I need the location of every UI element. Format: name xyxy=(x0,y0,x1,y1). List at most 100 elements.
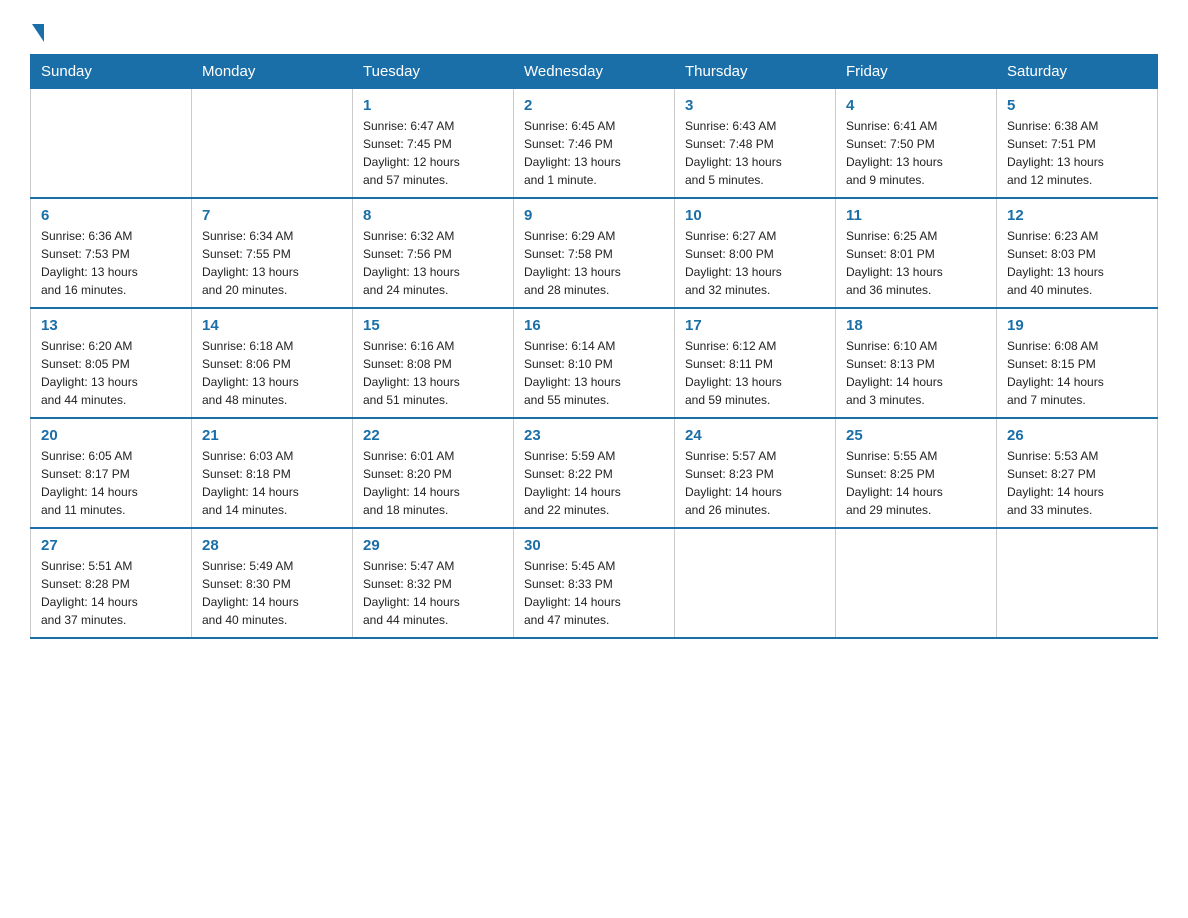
day-info: Sunrise: 6:05 AM Sunset: 8:17 PM Dayligh… xyxy=(41,447,181,519)
calendar-cell: 12 Sunrise: 6:23 AM Sunset: 8:03 PM Dayli… xyxy=(997,198,1158,308)
calendar-cell: 24Sunrise: 5:57 AM Sunset: 8:23 PM Dayli… xyxy=(675,418,836,528)
day-info: Sunrise: 5:51 AM Sunset: 8:28 PM Dayligh… xyxy=(41,557,181,629)
week-row-4: 20 Sunrise: 6:05 AM Sunset: 8:17 PM Dayli… xyxy=(31,418,1158,528)
logo xyxy=(30,20,46,38)
day-number: 23 xyxy=(524,427,664,444)
day-number: 15 xyxy=(363,317,503,334)
header-row: SundayMondayTuesdayWednesdayThursdayFrid… xyxy=(31,55,1158,89)
column-header-thursday: Thursday xyxy=(675,55,836,89)
page-header xyxy=(30,20,1158,38)
calendar-cell: 23 Sunrise: 5:59 AM Sunset: 8:22 PM Dayli… xyxy=(514,418,675,528)
day-number: 2 xyxy=(524,97,664,114)
day-number: 16 xyxy=(524,317,664,334)
week-row-3: 13 Sunrise: 6:20 AM Sunset: 8:05 PM Dayli… xyxy=(31,308,1158,418)
calendar-cell xyxy=(836,528,997,638)
day-info: Sunrise: 6:25 AM Sunset: 8:01 PM Dayligh… xyxy=(846,227,986,299)
calendar-cell: 30Sunrise: 5:45 AM Sunset: 8:33 PM Dayli… xyxy=(514,528,675,638)
column-header-tuesday: Tuesday xyxy=(353,55,514,89)
day-number: 30 xyxy=(524,537,664,554)
day-info: Sunrise: 6:20 AM Sunset: 8:05 PM Dayligh… xyxy=(41,337,181,409)
day-info: Sunrise: 6:47 AM Sunset: 7:45 PM Dayligh… xyxy=(363,117,503,189)
day-info: Sunrise: 5:55 AM Sunset: 8:25 PM Dayligh… xyxy=(846,447,986,519)
day-info: Sunrise: 6:01 AM Sunset: 8:20 PM Dayligh… xyxy=(363,447,503,519)
calendar-cell: 1Sunrise: 6:47 AM Sunset: 7:45 PM Daylig… xyxy=(353,89,514,199)
calendar-cell: 17 Sunrise: 6:12 AM Sunset: 8:11 PM Dayli… xyxy=(675,308,836,418)
day-info: Sunrise: 6:23 AM Sunset: 8:03 PM Dayligh… xyxy=(1007,227,1147,299)
day-number: 18 xyxy=(846,317,986,334)
column-header-wednesday: Wednesday xyxy=(514,55,675,89)
calendar-cell: 15 Sunrise: 6:16 AM Sunset: 8:08 PM Dayli… xyxy=(353,308,514,418)
calendar-cell: 3Sunrise: 6:43 AM Sunset: 7:48 PM Daylig… xyxy=(675,89,836,199)
calendar-cell: 13 Sunrise: 6:20 AM Sunset: 8:05 PM Dayli… xyxy=(31,308,192,418)
day-number: 20 xyxy=(41,427,181,444)
calendar-cell: 20 Sunrise: 6:05 AM Sunset: 8:17 PM Dayli… xyxy=(31,418,192,528)
calendar-cell: 21Sunrise: 6:03 AM Sunset: 8:18 PM Dayli… xyxy=(192,418,353,528)
day-info: Sunrise: 6:32 AM Sunset: 7:56 PM Dayligh… xyxy=(363,227,503,299)
calendar-cell: 27 Sunrise: 5:51 AM Sunset: 8:28 PM Dayli… xyxy=(31,528,192,638)
day-info: Sunrise: 6:18 AM Sunset: 8:06 PM Dayligh… xyxy=(202,337,342,409)
day-number: 27 xyxy=(41,537,181,554)
calendar-cell: 25 Sunrise: 5:55 AM Sunset: 8:25 PM Dayli… xyxy=(836,418,997,528)
day-info: Sunrise: 6:08 AM Sunset: 8:15 PM Dayligh… xyxy=(1007,337,1147,409)
calendar-cell: 11Sunrise: 6:25 AM Sunset: 8:01 PM Dayli… xyxy=(836,198,997,308)
calendar-cell: 2 Sunrise: 6:45 AM Sunset: 7:46 PM Daylig… xyxy=(514,89,675,199)
day-info: Sunrise: 5:47 AM Sunset: 8:32 PM Dayligh… xyxy=(363,557,503,629)
column-header-monday: Monday xyxy=(192,55,353,89)
day-number: 6 xyxy=(41,207,181,224)
day-number: 7 xyxy=(202,207,342,224)
calendar-cell: 10 Sunrise: 6:27 AM Sunset: 8:00 PM Dayli… xyxy=(675,198,836,308)
day-info: Sunrise: 5:59 AM Sunset: 8:22 PM Dayligh… xyxy=(524,447,664,519)
day-number: 8 xyxy=(363,207,503,224)
column-header-friday: Friday xyxy=(836,55,997,89)
calendar-cell xyxy=(997,528,1158,638)
calendar-cell: 28 Sunrise: 5:49 AM Sunset: 8:30 PM Dayli… xyxy=(192,528,353,638)
day-info: Sunrise: 6:36 AM Sunset: 7:53 PM Dayligh… xyxy=(41,227,181,299)
day-number: 5 xyxy=(1007,97,1147,114)
day-info: Sunrise: 5:57 AM Sunset: 8:23 PM Dayligh… xyxy=(685,447,825,519)
day-info: Sunrise: 6:38 AM Sunset: 7:51 PM Dayligh… xyxy=(1007,117,1147,189)
calendar-cell: 7 Sunrise: 6:34 AM Sunset: 7:55 PM Daylig… xyxy=(192,198,353,308)
day-number: 14 xyxy=(202,317,342,334)
day-info: Sunrise: 6:41 AM Sunset: 7:50 PM Dayligh… xyxy=(846,117,986,189)
day-number: 12 xyxy=(1007,207,1147,224)
day-number: 17 xyxy=(685,317,825,334)
day-info: Sunrise: 5:49 AM Sunset: 8:30 PM Dayligh… xyxy=(202,557,342,629)
day-info: Sunrise: 6:43 AM Sunset: 7:48 PM Dayligh… xyxy=(685,117,825,189)
day-number: 22 xyxy=(363,427,503,444)
day-info: Sunrise: 6:14 AM Sunset: 8:10 PM Dayligh… xyxy=(524,337,664,409)
column-header-saturday: Saturday xyxy=(997,55,1158,89)
day-number: 25 xyxy=(846,427,986,444)
calendar-cell: 16 Sunrise: 6:14 AM Sunset: 8:10 PM Dayli… xyxy=(514,308,675,418)
day-info: Sunrise: 6:12 AM Sunset: 8:11 PM Dayligh… xyxy=(685,337,825,409)
day-info: Sunrise: 6:45 AM Sunset: 7:46 PM Dayligh… xyxy=(524,117,664,189)
day-number: 26 xyxy=(1007,427,1147,444)
day-number: 19 xyxy=(1007,317,1147,334)
calendar-cell: 4 Sunrise: 6:41 AM Sunset: 7:50 PM Daylig… xyxy=(836,89,997,199)
calendar-cell xyxy=(192,89,353,199)
calendar-cell: 6 Sunrise: 6:36 AM Sunset: 7:53 PM Daylig… xyxy=(31,198,192,308)
week-row-2: 6 Sunrise: 6:36 AM Sunset: 7:53 PM Daylig… xyxy=(31,198,1158,308)
calendar-cell: 18 Sunrise: 6:10 AM Sunset: 8:13 PM Dayli… xyxy=(836,308,997,418)
calendar-cell: 29 Sunrise: 5:47 AM Sunset: 8:32 PM Dayli… xyxy=(353,528,514,638)
day-info: Sunrise: 6:10 AM Sunset: 8:13 PM Dayligh… xyxy=(846,337,986,409)
day-number: 4 xyxy=(846,97,986,114)
week-row-5: 27 Sunrise: 5:51 AM Sunset: 8:28 PM Dayli… xyxy=(31,528,1158,638)
day-number: 29 xyxy=(363,537,503,554)
day-number: 10 xyxy=(685,207,825,224)
calendar-cell: 19 Sunrise: 6:08 AM Sunset: 8:15 PM Dayli… xyxy=(997,308,1158,418)
day-number: 28 xyxy=(202,537,342,554)
day-number: 13 xyxy=(41,317,181,334)
column-header-sunday: Sunday xyxy=(31,55,192,89)
day-info: Sunrise: 5:53 AM Sunset: 8:27 PM Dayligh… xyxy=(1007,447,1147,519)
calendar-cell: 26 Sunrise: 5:53 AM Sunset: 8:27 PM Dayli… xyxy=(997,418,1158,528)
calendar-table: SundayMondayTuesdayWednesdayThursdayFrid… xyxy=(30,54,1158,639)
calendar-cell: 8 Sunrise: 6:32 AM Sunset: 7:56 PM Daylig… xyxy=(353,198,514,308)
day-info: Sunrise: 6:34 AM Sunset: 7:55 PM Dayligh… xyxy=(202,227,342,299)
logo-triangle-icon xyxy=(32,24,44,42)
day-info: Sunrise: 6:16 AM Sunset: 8:08 PM Dayligh… xyxy=(363,337,503,409)
day-info: Sunrise: 6:27 AM Sunset: 8:00 PM Dayligh… xyxy=(685,227,825,299)
calendar-cell xyxy=(675,528,836,638)
day-info: Sunrise: 6:29 AM Sunset: 7:58 PM Dayligh… xyxy=(524,227,664,299)
day-number: 9 xyxy=(524,207,664,224)
calendar-cell xyxy=(31,89,192,199)
